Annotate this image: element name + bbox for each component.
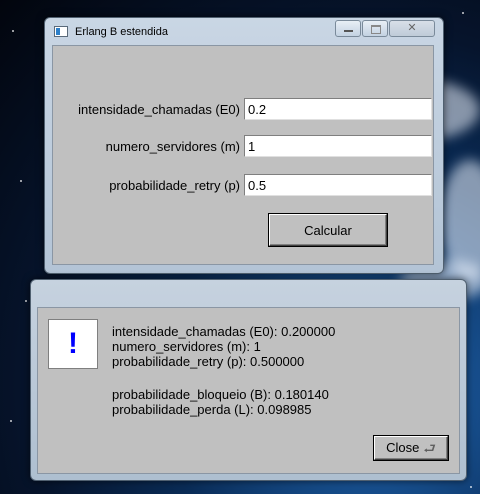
result-panel: ! intensidade_chamadas (E0): 0.200000 nu…: [37, 307, 460, 474]
field-row-intensity: intensidade_chamadas (E0): [53, 98, 244, 120]
exclamation-icon: !: [48, 319, 98, 369]
result-line-retry: probabilidade_retry (p): 0.500000: [112, 354, 305, 369]
intensity-label: intensidade_chamadas (E0): [78, 102, 240, 117]
calculate-button[interactable]: Calcular: [269, 214, 387, 246]
form-panel: intensidade_chamadas (E0) numero_servido…: [52, 45, 434, 265]
retry-input[interactable]: [244, 174, 432, 196]
result-line-intensity: intensidade_chamadas (E0): 0.200000: [112, 324, 336, 339]
star: [12, 30, 14, 32]
star: [25, 300, 27, 302]
result-dialog: ! intensidade_chamadas (E0): 0.200000 nu…: [30, 279, 467, 481]
star: [470, 486, 472, 488]
star: [462, 12, 464, 14]
app-icon: [54, 26, 68, 37]
maximize-button[interactable]: [362, 20, 388, 37]
window-title: Erlang B estendida: [75, 26, 168, 38]
intensity-input[interactable]: [244, 98, 432, 120]
servers-input[interactable]: [244, 135, 432, 157]
result-line-blocking: probabilidade_bloqueio (B): 0.180140: [112, 387, 329, 402]
return-arrow-icon: ⮐: [423, 440, 436, 456]
close-button[interactable]: Close ⮐: [374, 436, 448, 460]
result-line-servers: numero_servidores (m): 1: [112, 339, 261, 354]
title-bar[interactable]: Erlang B estendida: [45, 18, 443, 45]
field-row-retry: probabilidade_retry (p): [53, 174, 244, 196]
close-window-button[interactable]: [389, 20, 435, 37]
minimize-button[interactable]: [335, 20, 361, 37]
erlang-b-window: Erlang B estendida intensidade_chamadas …: [44, 17, 444, 274]
field-row-servers: numero_servidores (m): [53, 135, 244, 157]
servers-label: numero_servidores (m): [105, 139, 240, 154]
star: [10, 420, 12, 422]
result-line-loss: probabilidade_perda (L): 0.098985: [112, 402, 312, 417]
close-button-label: Close: [386, 440, 420, 455]
star: [20, 180, 22, 182]
retry-label: probabilidade_retry (p): [109, 178, 240, 193]
